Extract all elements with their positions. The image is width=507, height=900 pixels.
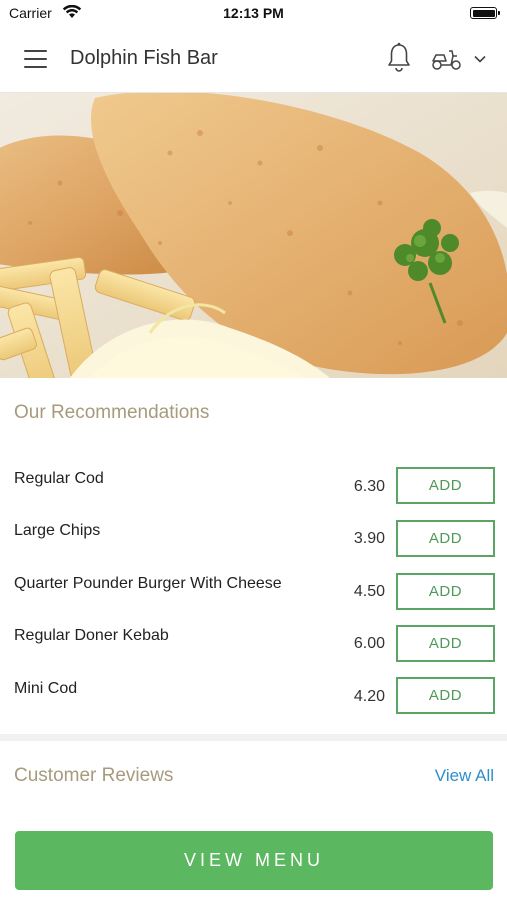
chevron-down-icon[interactable] [472,53,488,65]
list-item: Large Chips 3.90 ADD [0,520,507,574]
add-button[interactable]: ADD [396,677,495,714]
item-price: 6.00 [353,635,385,652]
item-name: Quarter Pounder Burger With Cheese [14,575,282,592]
bell-icon[interactable] [386,42,412,74]
app-title: Dolphin Fish Bar [70,47,218,69]
item-price: 6.30 [353,478,385,495]
list-item: Quarter Pounder Burger With Cheese 4.50 … [0,573,507,627]
add-button[interactable]: ADD [396,467,495,504]
list-item: Regular Doner Kebab 6.00 ADD [0,625,507,679]
hero-image [0,93,507,378]
item-name: Mini Cod [14,680,78,697]
add-button[interactable]: ADD [396,573,495,610]
recommendations-title: Our Recommendations [14,402,210,423]
item-name: Regular Doner Kebab [14,627,169,644]
item-price: 4.20 [353,688,385,705]
list-item: Mini Cod 4.20 ADD [0,677,507,732]
delivery-scooter-icon[interactable] [430,47,464,71]
battery-icon [470,7,500,19]
section-divider [0,734,507,741]
status-bar: Carrier 12:13 PM [0,0,507,26]
item-name: Regular Cod [14,470,104,487]
app-header: Dolphin Fish Bar [0,26,507,93]
status-time: 12:13 PM [223,5,284,21]
list-item: Regular Cod 6.30 ADD [0,467,507,522]
view-all-link[interactable]: View All [435,766,494,786]
menu-icon[interactable] [24,50,47,68]
item-price: 4.50 [353,583,385,600]
reviews-title: Customer Reviews [14,765,174,786]
item-price: 3.90 [353,530,385,547]
add-button[interactable]: ADD [396,520,495,557]
item-name: Large Chips [14,522,101,539]
view-menu-button[interactable]: VIEW MENU [15,831,493,890]
add-button[interactable]: ADD [396,625,495,662]
